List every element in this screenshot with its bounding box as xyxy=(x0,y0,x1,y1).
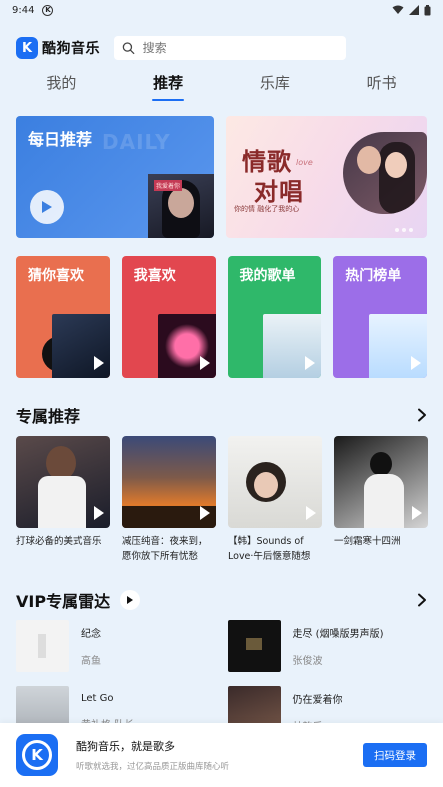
duet-title-line2: 对唱 xyxy=(254,178,304,206)
my-favorites-card[interactable]: 我喜欢 xyxy=(121,256,216,378)
tab-recommend[interactable]: 推荐 xyxy=(128,72,208,101)
daily-recommend-title: 每日推荐 xyxy=(28,130,93,149)
scan-login-button[interactable]: 扫码登录 xyxy=(363,743,427,767)
song-artist: 张俊波 xyxy=(292,656,323,667)
playlist-cover-swordsman xyxy=(334,436,428,528)
exclusive-section-title: 专属推荐 xyxy=(16,407,81,426)
duet-subtitle: 你的情 融化了我的心 xyxy=(234,205,300,213)
my-playlists-label: 我的歌单 xyxy=(239,268,296,284)
promo-subtitle: 听歌就选我，过亿高品质正版曲库随心听 xyxy=(76,762,230,772)
play-icon[interactable] xyxy=(411,356,421,370)
my-favorites-label: 我喜欢 xyxy=(133,268,176,284)
vip-song-list: 纪念 高鱼 走尽 (烟嗓版男声版) 张俊波 Let Go 黄礼格 队长 仍在爱着… xyxy=(16,620,427,738)
status-bar: 9:44 K xyxy=(0,0,443,20)
exclusive-section-header: 专属推荐 xyxy=(16,403,427,427)
song-item[interactable]: 走尽 (烟嗓版男声版) 张俊波 xyxy=(227,620,428,672)
vip-play-all-button[interactable] xyxy=(120,590,141,610)
kugou-logo: K 酷狗音乐 xyxy=(16,37,100,59)
song-title: Let Go xyxy=(81,693,114,704)
daily-play-button[interactable] xyxy=(30,190,64,224)
top-charts-label: 热门榜单 xyxy=(345,268,402,284)
play-icon[interactable] xyxy=(412,506,422,520)
song-title: 走尽 (烟嗓版男声版) xyxy=(292,629,384,640)
app-header: K 酷狗音乐 xyxy=(16,36,427,60)
top-tabs: 我的 推荐 乐库 听书 xyxy=(0,72,443,101)
kugou-k-icon: K xyxy=(22,740,52,770)
daily-recommend-card[interactable]: DAILY 每日推荐 我爱着你 xyxy=(16,116,214,238)
play-icon[interactable] xyxy=(305,356,316,370)
playlist-caption: 一剑霜寒十四洲 xyxy=(334,536,401,547)
exclusive-playlists: 打球必备的美式音乐 减压纯音：夜来到，愿你放下所有忧愁 【韩】Sounds of… xyxy=(16,436,428,564)
play-icon xyxy=(42,201,52,213)
playlist-caption: 减压纯音：夜来到，愿你放下所有忧愁 xyxy=(122,536,208,562)
top-charts-card[interactable]: 热门榜单 xyxy=(333,256,427,378)
playlist-card[interactable]: 【韩】Sounds of Love·午后惬意随想 xyxy=(228,436,322,564)
search-icon xyxy=(122,42,135,55)
playlist-caption: 【韩】Sounds of Love·午后惬意随想 xyxy=(228,536,311,562)
tab-mine[interactable]: 我的 xyxy=(21,72,101,101)
playlist-caption: 打球必备的美式音乐 xyxy=(16,536,102,547)
vip-section-title-wrap: VIP专属雷达 xyxy=(16,588,141,612)
kugou-logo-text: 酷狗音乐 xyxy=(42,41,100,57)
search-input[interactable] xyxy=(142,41,338,55)
search-bar[interactable] xyxy=(114,36,346,60)
promo-title: 酷狗音乐，就是歌多 xyxy=(76,740,175,753)
kugou-logo-icon: K xyxy=(16,37,38,59)
playlist-cover-basketball xyxy=(16,436,110,528)
my-playlists-card[interactable]: 我的歌单 xyxy=(227,256,322,378)
play-icon xyxy=(127,596,134,604)
banner-pager-dots xyxy=(395,228,413,232)
kugou-notification-icon: K xyxy=(42,4,54,16)
song-artist: 高鱼 xyxy=(81,656,101,667)
play-icon[interactable] xyxy=(306,506,316,520)
play-icon[interactable] xyxy=(199,356,210,370)
playlist-card[interactable]: 一剑霜寒十四洲 xyxy=(334,436,428,564)
banner-row: DAILY 每日推荐 我爱着你 情歌 love 对唱 你的情 融化了我的心 xyxy=(16,116,427,238)
signal-icon xyxy=(409,5,419,15)
song-cover xyxy=(16,620,69,672)
song-title: 仍在爱着你 xyxy=(292,695,343,706)
playlist-card[interactable]: 打球必备的美式音乐 xyxy=(16,436,110,564)
play-icon[interactable] xyxy=(94,506,104,520)
playlist-cover-girl xyxy=(228,436,322,528)
chevron-right-icon[interactable] xyxy=(417,408,427,422)
song-title: 纪念 xyxy=(81,629,101,640)
daily-cover-tag: 我爱着你 xyxy=(154,180,183,191)
guess-you-like-card[interactable]: 猜你喜欢 xyxy=(16,256,110,378)
song-item[interactable]: 纪念 高鱼 xyxy=(16,620,216,672)
battery-icon xyxy=(424,4,431,15)
playlist-cover-sunset xyxy=(122,436,216,528)
duet-love-word: love xyxy=(296,158,313,167)
kugou-app-logo: K xyxy=(16,734,58,776)
play-icon[interactable] xyxy=(93,356,104,370)
song-cover xyxy=(227,620,281,672)
daily-cover-image: 我爱着你 xyxy=(148,174,214,238)
quick-entry-row: 猜你喜欢 我喜欢 我的歌单 热门榜单 xyxy=(16,256,427,378)
chevron-right-icon[interactable] xyxy=(417,593,427,607)
guess-you-like-label: 猜你喜欢 xyxy=(28,268,84,284)
vip-section-title: VIP专属雷达 xyxy=(16,592,111,611)
wifi-icon xyxy=(392,5,404,14)
login-promo-bar: K 酷狗音乐，就是歌多 听歌就选我，过亿高品质正版曲库随心听 扫码登录 xyxy=(0,723,443,787)
playlist-card[interactable]: 减压纯音：夜来到，愿你放下所有忧愁 xyxy=(122,436,216,564)
tab-audiobooks[interactable]: 听书 xyxy=(342,72,422,101)
play-icon[interactable] xyxy=(200,506,210,520)
duet-couple-photo xyxy=(343,132,427,214)
love-duet-banner[interactable]: 情歌 love 对唱 你的情 融化了我的心 xyxy=(226,116,427,238)
tab-library[interactable]: 乐库 xyxy=(235,72,315,101)
status-time: 9:44 xyxy=(12,4,35,16)
daily-watermark: DAILY xyxy=(102,130,171,154)
vip-section-header: VIP专属雷达 xyxy=(16,588,427,612)
